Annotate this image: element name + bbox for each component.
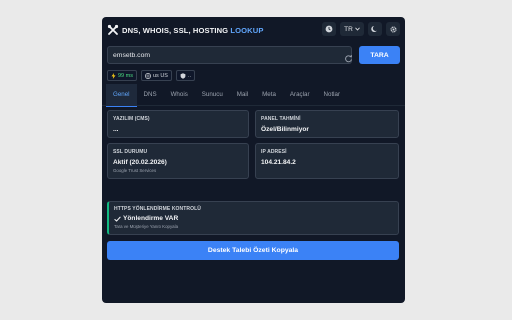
chevron-down-icon bbox=[355, 27, 360, 31]
ssl-card: SSL DURUMU Aktif (20.02.2026) Google Tru… bbox=[107, 143, 249, 179]
status-chips: 99 ms us US .. bbox=[107, 70, 196, 81]
lightning-icon bbox=[111, 72, 116, 79]
redirect-status: Yönlendirme VAR bbox=[114, 215, 393, 222]
header: DNS, WHOIS, SSL, HOSTING LOOKUP TR bbox=[102, 17, 405, 43]
redirect-label: HTTPS YÖNLENDİRME KONTROLÜ bbox=[114, 206, 201, 212]
search-row: TARA bbox=[107, 46, 400, 64]
theme-toggle-button[interactable] bbox=[368, 22, 382, 36]
ip-label: IP ADRESİ bbox=[261, 149, 287, 155]
redirect-status-text: Yönlendirme VAR bbox=[123, 215, 179, 222]
tab-meta[interactable]: Meta bbox=[255, 84, 283, 106]
tab-notlar[interactable]: Notlar bbox=[317, 84, 348, 106]
history-button[interactable] bbox=[322, 22, 336, 36]
tab-sunucu[interactable]: Sunucu bbox=[195, 84, 230, 106]
check-icon bbox=[114, 216, 121, 222]
gear-icon bbox=[389, 25, 397, 33]
panel-label: PANEL TAHMİNİ bbox=[261, 116, 301, 122]
shield-icon bbox=[180, 72, 186, 79]
language-select[interactable]: TR bbox=[340, 22, 364, 36]
clock-icon bbox=[325, 25, 333, 33]
app-title-accent: LOOKUP bbox=[230, 25, 264, 35]
extension-popup: DNS, WHOIS, SSL, HOSTING LOOKUP TR emset… bbox=[102, 17, 405, 303]
software-card: YAZILIM (CMS) ... bbox=[107, 110, 249, 138]
ip-card: IP ADRESİ 104.21.84.2 bbox=[255, 143, 399, 179]
header-actions: TR bbox=[322, 22, 400, 36]
language-value: TR bbox=[344, 25, 353, 33]
settings-button[interactable] bbox=[386, 22, 400, 36]
refresh-icon[interactable] bbox=[344, 50, 353, 63]
extra-chip: .. bbox=[175, 70, 196, 81]
tools-icon bbox=[107, 24, 119, 36]
tab-araclar[interactable]: Araçlar bbox=[283, 84, 317, 106]
tab-mail[interactable]: Mail bbox=[230, 84, 255, 106]
speed-chip: 99 ms bbox=[107, 70, 137, 81]
server-country: us US bbox=[152, 72, 168, 79]
app-title-main: DNS, WHOIS, SSL, HOSTING bbox=[122, 25, 231, 35]
globe-icon bbox=[145, 72, 151, 79]
tab-bar: Genel DNS Whois Sunucu Mail Meta Araçlar… bbox=[102, 83, 405, 107]
domain-input[interactable] bbox=[107, 46, 352, 64]
tab-whois[interactable]: Whois bbox=[164, 84, 195, 106]
country-chip: us US bbox=[140, 70, 172, 81]
ssl-issuer: Google Trust Services bbox=[113, 168, 157, 173]
tab-dns[interactable]: DNS bbox=[137, 84, 164, 106]
ssl-value: Aktif (20.02.2026) bbox=[113, 159, 167, 166]
ssl-label: SSL DURUMU bbox=[113, 149, 148, 155]
extra-value: .. bbox=[187, 72, 192, 79]
app-title: DNS, WHOIS, SSL, HOSTING LOOKUP bbox=[122, 26, 264, 35]
https-redirect-card: HTTPS YÖNLENDİRME KONTROLÜ Yönlendirme V… bbox=[107, 201, 399, 235]
scan-button[interactable]: TARA bbox=[359, 46, 400, 64]
moon-icon bbox=[371, 26, 377, 32]
panel-value: Özel/Bilinmiyor bbox=[261, 126, 309, 133]
response-time: 99 ms bbox=[118, 72, 133, 79]
redirect-sub: Tara ve Müşteriye Yanıtı Kopyala bbox=[114, 224, 179, 229]
software-label: YAZILIM (CMS) bbox=[113, 116, 150, 122]
tab-genel[interactable]: Genel bbox=[106, 83, 137, 107]
ip-value: 104.21.84.2 bbox=[261, 159, 296, 166]
software-value: ... bbox=[113, 126, 119, 133]
panel-card: PANEL TAHMİNİ Özel/Bilinmiyor bbox=[255, 110, 399, 138]
copy-summary-button[interactable]: Destek Talebi Özeti Kopyala bbox=[107, 241, 399, 260]
